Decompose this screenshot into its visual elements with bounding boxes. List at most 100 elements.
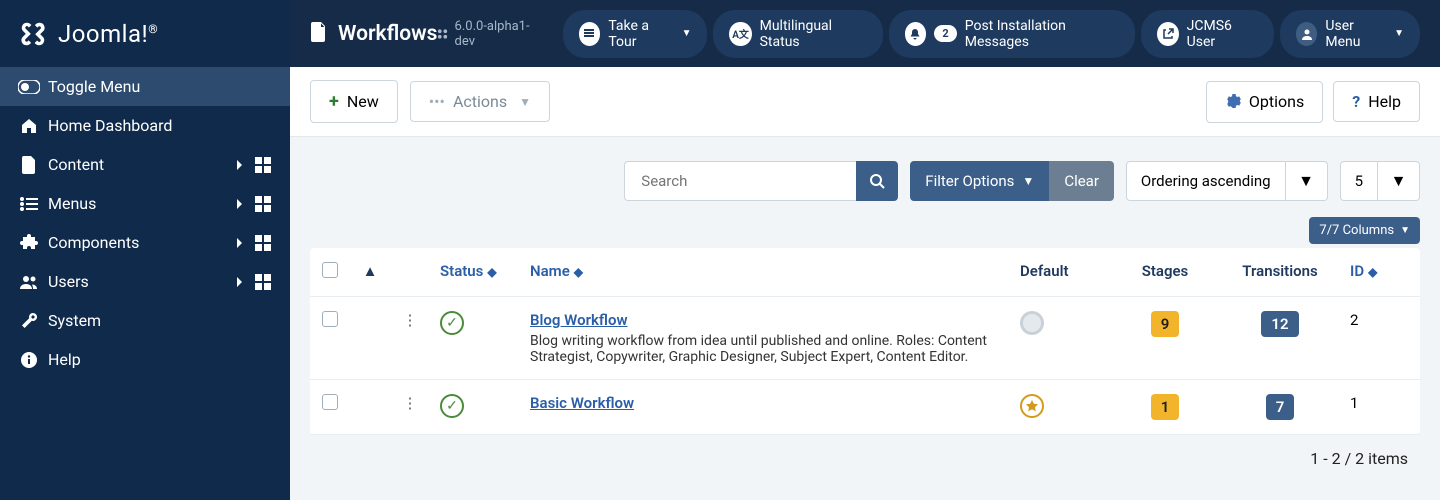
- chevron-down-icon: ▼: [682, 28, 692, 39]
- sidebar-item-content[interactable]: Content: [0, 145, 290, 184]
- dashboard-icon[interactable]: [252, 157, 274, 173]
- chevron-right-icon: [228, 159, 252, 171]
- joomla-small-icon: [437, 28, 448, 40]
- sidebar-item-home-dashboard[interactable]: Home Dashboard: [0, 106, 290, 145]
- name-header[interactable]: Name◆: [520, 248, 1010, 297]
- default-header: Default: [1010, 248, 1110, 297]
- options-button[interactable]: Options: [1206, 81, 1323, 123]
- sidebar-item-help[interactable]: Help: [0, 340, 290, 379]
- take-tour-pill[interactable]: Take a Tour ▼: [563, 10, 708, 58]
- chevron-down-icon: ▼: [1022, 174, 1034, 188]
- external-link-icon: [1157, 22, 1179, 46]
- chevron-right-icon: [228, 276, 252, 288]
- topbar: Workflows 6.0.0-alpha1-dev Take a Tour ▼…: [290, 0, 1440, 67]
- pagesize-select[interactable]: 5: [1340, 161, 1378, 201]
- sort-icon: ◆: [574, 265, 583, 279]
- users-icon: [16, 275, 42, 289]
- transitions-header: Transitions: [1220, 248, 1340, 297]
- filter-bar: Filter Options ▼ Clear Ordering ascendin…: [290, 137, 1440, 209]
- sidebar-item-label: System: [48, 311, 274, 330]
- user-menu-pill[interactable]: User Menu ▼: [1280, 10, 1420, 58]
- actions-button[interactable]: ••• Actions ▼: [410, 81, 550, 122]
- search-icon: [869, 173, 885, 189]
- list-icon: [16, 197, 42, 211]
- toolbar: + New ••• Actions ▼ Options ? Help: [290, 67, 1440, 137]
- dashboard-icon[interactable]: [252, 196, 274, 212]
- sidebar-item-users[interactable]: Users: [0, 262, 290, 301]
- id-header[interactable]: ID◆: [1340, 248, 1420, 297]
- language-icon: A文: [729, 22, 751, 46]
- id-cell: 1: [1340, 380, 1420, 435]
- transitions-badge[interactable]: 12: [1261, 311, 1298, 337]
- sidebar-item-label: Help: [48, 350, 274, 369]
- version-chip[interactable]: 6.0.0-alpha1-dev: [437, 19, 542, 49]
- joomla-icon: [18, 19, 48, 49]
- chevron-down-icon: ▼: [1400, 225, 1410, 236]
- toggle-menu[interactable]: Toggle Menu: [0, 67, 290, 106]
- search-input[interactable]: [624, 161, 856, 201]
- filter-options-button[interactable]: Filter Options ▼: [910, 161, 1049, 201]
- status-published-icon[interactable]: ✓: [440, 311, 464, 335]
- select-all-checkbox[interactable]: [322, 262, 338, 278]
- puzzle-icon: [16, 234, 42, 252]
- post-messages-pill[interactable]: 2 Post Installation Messages: [889, 10, 1135, 58]
- plus-icon: +: [329, 91, 339, 112]
- gear-icon: [1225, 92, 1241, 112]
- default-star-icon[interactable]: [1020, 394, 1044, 418]
- sidebar-item-system[interactable]: System: [0, 301, 290, 340]
- sidebar: Joomla!® Toggle Menu Home Dashboard Conte…: [0, 0, 290, 500]
- workflow-description: Blog writing workflow from idea until pu…: [530, 333, 1000, 365]
- dashboard-icon[interactable]: [252, 274, 274, 290]
- sort-asc-icon: ▲: [363, 262, 378, 280]
- sidebar-item-components[interactable]: Components: [0, 223, 290, 262]
- sidebar-item-label: Content: [48, 155, 228, 174]
- dashboard-icon[interactable]: [252, 235, 274, 251]
- question-icon: ?: [1352, 92, 1360, 111]
- workflows-table: ▲ Status◆ Name◆ Default Stages Transitio…: [310, 248, 1420, 435]
- status-published-icon[interactable]: ✓: [440, 394, 464, 418]
- sort-chevron[interactable]: ▼: [1286, 161, 1328, 201]
- sort-select[interactable]: Ordering ascending: [1126, 161, 1286, 201]
- columns-button[interactable]: 7/7 Columns ▼: [1309, 217, 1420, 244]
- stages-badge[interactable]: 9: [1151, 311, 1180, 337]
- user-icon: [1296, 22, 1318, 46]
- help-button[interactable]: ? Help: [1333, 81, 1420, 122]
- pagination-text: 1 - 2 / 2 items: [290, 435, 1440, 486]
- transitions-badge[interactable]: 7: [1266, 394, 1295, 420]
- ordering-header[interactable]: ▲: [350, 248, 390, 297]
- sidebar-item-menus[interactable]: Menus: [0, 184, 290, 223]
- info-icon: [16, 351, 42, 369]
- chevron-down-icon: ▼: [1394, 28, 1404, 39]
- bell-icon: [905, 22, 927, 46]
- default-off-icon[interactable]: [1020, 311, 1044, 335]
- stages-badge[interactable]: 1: [1151, 394, 1180, 420]
- toggle-icon: [16, 80, 42, 94]
- sidebar-item-label: Home Dashboard: [48, 116, 274, 135]
- status-header[interactable]: Status◆: [430, 248, 520, 297]
- search-button[interactable]: [856, 161, 898, 201]
- pagesize-chevron[interactable]: ▼: [1378, 161, 1420, 201]
- sort-icon: ◆: [487, 265, 496, 279]
- dots-icon: •••: [429, 92, 445, 111]
- chevron-right-icon: [228, 237, 252, 249]
- workflow-link[interactable]: Basic Workflow: [530, 394, 634, 412]
- post-count: 2: [934, 25, 956, 42]
- brand-text: Joomla!®: [58, 20, 158, 48]
- sidebar-item-label: Users: [48, 272, 228, 291]
- sidebar-item-label: Menus: [48, 194, 228, 213]
- clear-button[interactable]: Clear: [1049, 161, 1114, 201]
- brand-logo[interactable]: Joomla!®: [0, 0, 290, 67]
- row-menu-icon[interactable]: ⋮: [402, 311, 418, 329]
- row-checkbox[interactable]: [322, 394, 338, 410]
- row-menu-icon[interactable]: ⋮: [402, 394, 418, 412]
- file-icon: [16, 156, 42, 174]
- row-checkbox[interactable]: [322, 311, 338, 327]
- multilingual-pill[interactable]: A文 Multilingual Status: [713, 10, 882, 58]
- user-link-pill[interactable]: JCMS6 User: [1141, 10, 1274, 58]
- home-icon: [16, 117, 42, 135]
- toggle-menu-label: Toggle Menu: [48, 77, 274, 96]
- sort-icon: ◆: [1368, 265, 1377, 279]
- workflows-icon: [310, 22, 328, 46]
- new-button[interactable]: + New: [310, 80, 398, 123]
- workflow-link[interactable]: Blog Workflow: [530, 311, 628, 329]
